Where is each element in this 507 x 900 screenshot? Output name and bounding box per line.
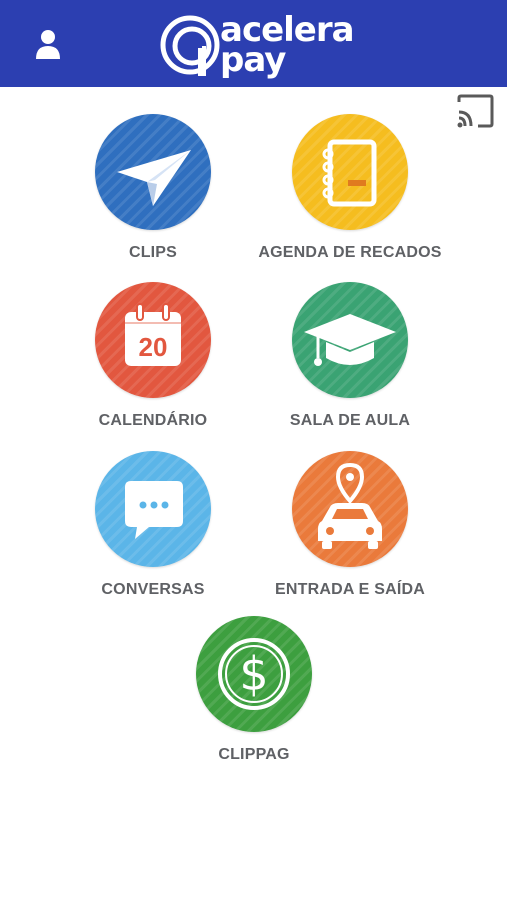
- logo-text-pay: pay: [220, 40, 286, 80]
- calendar-icon: 20: [125, 303, 181, 366]
- menu-label-conversas: CONVERSAS: [101, 581, 205, 598]
- app-header: acelera pay: [0, 0, 507, 87]
- menu-label-clips: CLIPS: [128, 244, 178, 261]
- car-location-icon: [318, 462, 382, 549]
- conversas-circle: [95, 451, 211, 567]
- notebook-icon: [322, 139, 377, 207]
- cast-button[interactable]: [456, 94, 494, 128]
- calendar-day-number: 20: [139, 332, 168, 362]
- entrada-e-saida-circle: [292, 451, 408, 567]
- menu-item-clippag[interactable]: $ CLIPPAG: [154, 616, 354, 764]
- agenda-circle: [292, 114, 408, 230]
- user-icon: [36, 30, 60, 59]
- paper-plane-icon: [117, 150, 191, 206]
- menu-item-entrada-e-saida[interactable]: ENTRADA E SAÍDA: [250, 451, 450, 599]
- menu-item-calendario[interactable]: 20 CALENDÁRIO: [53, 282, 253, 430]
- menu-label-calendario: CALENDÁRIO: [98, 412, 208, 429]
- menu-label-agenda-de-recados: AGENDA DE RECADOS: [258, 244, 442, 261]
- menu-item-conversas[interactable]: CONVERSAS: [53, 451, 253, 599]
- logo-mark-icon: [160, 15, 220, 76]
- acelerapay-logo: acelera pay: [160, 10, 360, 80]
- menu-label-clippag: CLIPPAG: [218, 746, 290, 763]
- calendario-circle: 20: [95, 282, 211, 398]
- graduation-cap-icon: [304, 314, 396, 366]
- menu-label-sala-de-aula: SALA DE AULA: [289, 412, 411, 429]
- clippag-circle: $: [196, 616, 312, 732]
- dollar-coin-icon: $: [218, 638, 290, 710]
- user-profile-button[interactable]: [30, 26, 66, 62]
- menu-label-entrada-e-saida: ENTRADA E SAÍDA: [275, 581, 425, 598]
- dollar-symbol: $: [239, 647, 268, 701]
- clips-circle: [95, 114, 211, 230]
- menu-item-sala-de-aula[interactable]: SALA DE AULA: [250, 282, 450, 430]
- sala-de-aula-circle: [292, 282, 408, 398]
- cast-icon: [457, 94, 494, 128]
- menu-item-agenda-de-recados[interactable]: AGENDA DE RECADOS: [250, 114, 450, 262]
- chat-bubble-icon: [125, 481, 183, 539]
- menu-item-clips[interactable]: CLIPS: [53, 114, 253, 262]
